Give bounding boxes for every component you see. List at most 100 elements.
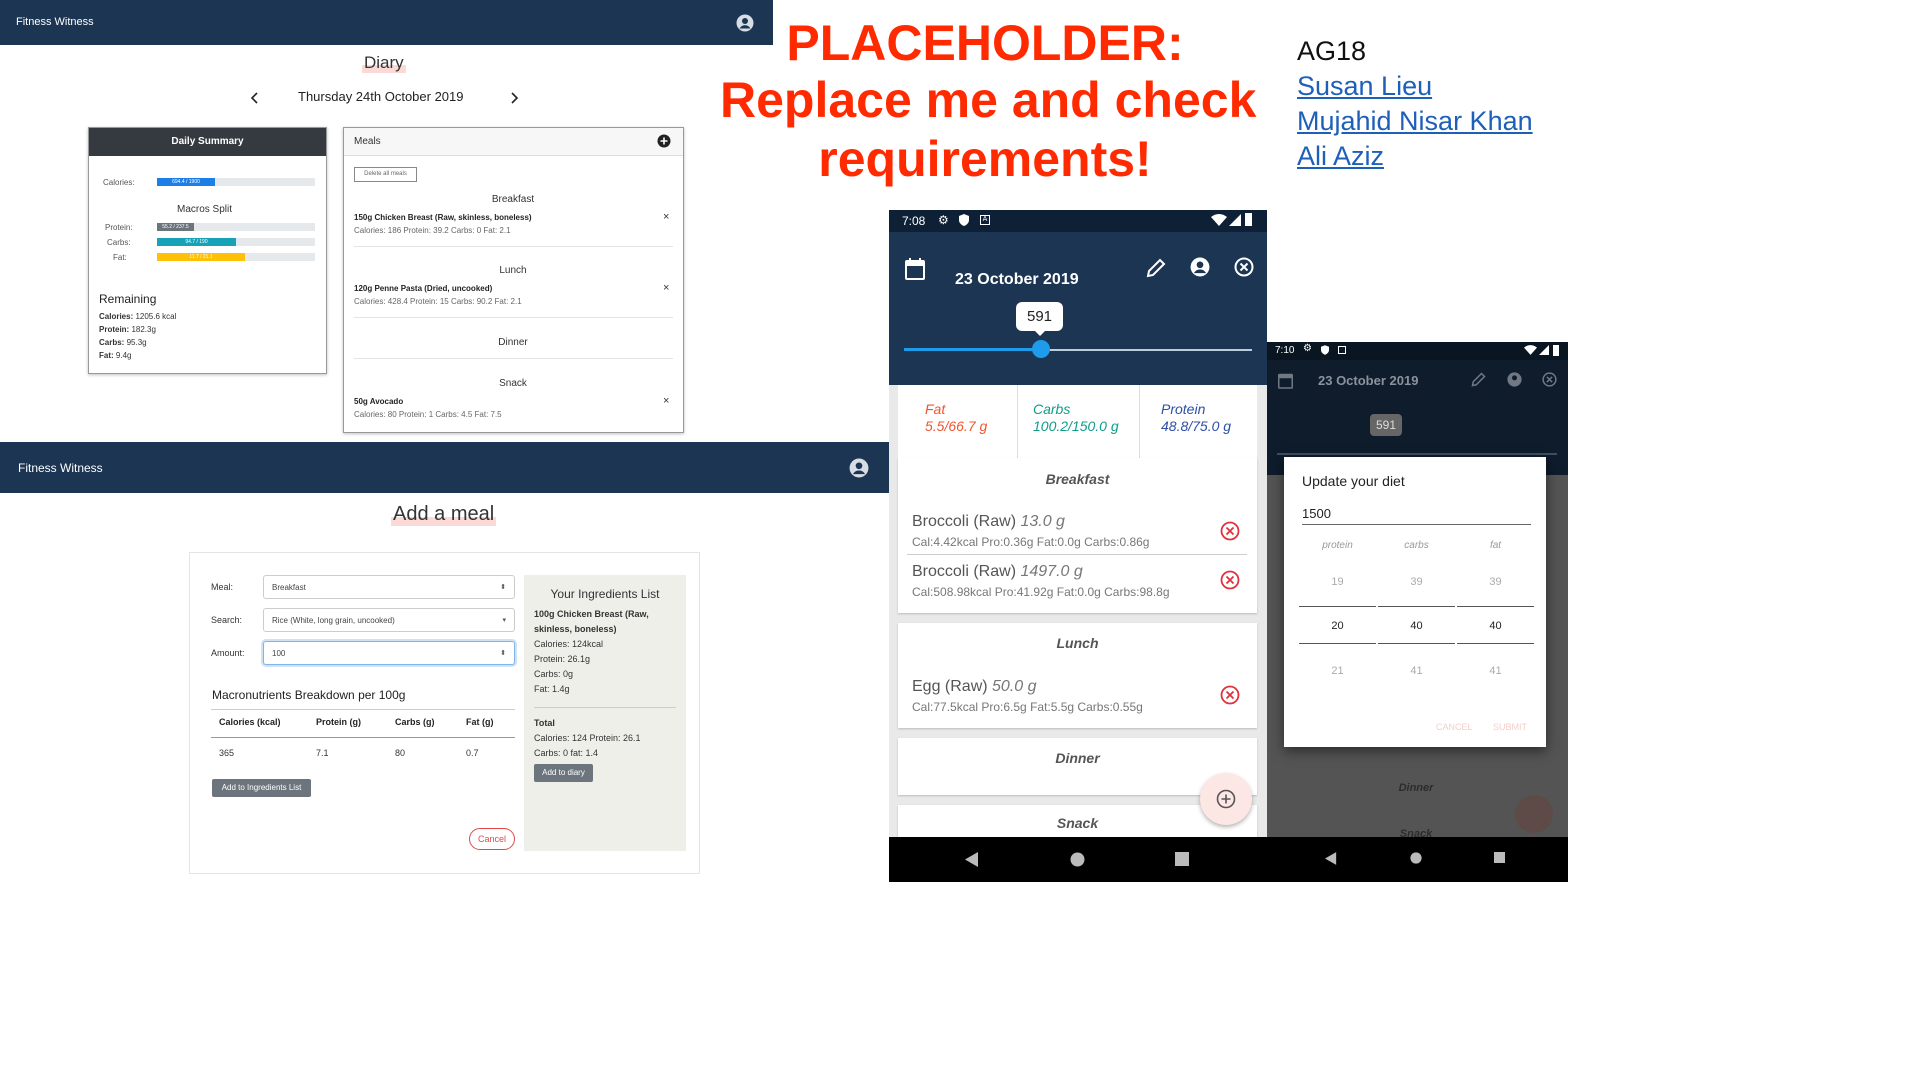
chevron-right-icon[interactable]	[508, 91, 520, 105]
submit-button[interactable]: SUBMIT	[1493, 722, 1527, 732]
member-link[interactable]: Ali Aziz	[1297, 141, 1384, 172]
picker-divider	[1299, 643, 1376, 644]
android-diary-screen: 7:08 ⚙ A 23 October 2019 591 Fat 5.5/66.…	[889, 210, 1267, 882]
account-icon[interactable]	[1190, 257, 1210, 277]
ingredient-fat: Fat: 1.4g	[534, 684, 570, 694]
edit-icon[interactable]	[1471, 372, 1486, 387]
divider	[354, 317, 673, 318]
remove-item-icon[interactable]: ×	[663, 211, 669, 223]
protein-option[interactable]: 21	[1298, 665, 1377, 677]
divider	[1017, 385, 1018, 458]
remove-item-icon[interactable]: ×	[663, 395, 669, 407]
fat-option[interactable]: 41	[1456, 665, 1535, 677]
fat-summary: Fat 5.5/66.7 g	[925, 401, 988, 434]
delete-item-icon[interactable]	[1220, 521, 1240, 541]
home-icon[interactable]	[1410, 852, 1422, 864]
calories-label: Calories:	[103, 178, 135, 187]
android-nav-bar	[889, 837, 1267, 882]
protein-option[interactable]: 19	[1298, 576, 1377, 588]
add-to-diary-button[interactable]: Add to diary	[534, 764, 593, 782]
placeholder-line-3: requirements!	[818, 131, 1152, 187]
calorie-slider-track[interactable]	[1277, 453, 1557, 455]
placeholder-line-1: PLACEHOLDER:	[786, 15, 1184, 71]
calorie-goal-input[interactable]: 1500	[1302, 506, 1531, 525]
carbs-progress: 94.7 / 190	[157, 238, 315, 246]
app-header: 23 October 2019	[889, 232, 1267, 385]
ingredient-name: 100g Chicken Breast (Raw,	[534, 609, 649, 619]
meal-item-name: 50g Avocado	[354, 397, 404, 406]
carbs-option[interactable]: 39	[1377, 576, 1456, 588]
account-icon[interactable]	[1507, 372, 1522, 387]
add-food-fab[interactable]	[1515, 795, 1553, 833]
remove-item-icon[interactable]: ×	[663, 282, 669, 294]
calendar-icon[interactable]	[905, 258, 925, 280]
table-header: Fat (g)	[466, 717, 494, 727]
status-time: 7:10	[1275, 345, 1295, 356]
meal-select[interactable]: Breakfast ⬍	[263, 575, 515, 599]
carbs-label: Carbs:	[107, 238, 131, 247]
home-icon[interactable]	[1070, 852, 1085, 867]
table-header: Calories (kcal)	[219, 717, 281, 727]
daily-summary-header: Daily Summary	[89, 128, 326, 156]
meals-title: Meals	[354, 136, 381, 147]
close-icon[interactable]	[1542, 372, 1557, 387]
add-to-ingredients-button[interactable]: Add to Ingredients List	[212, 779, 311, 797]
calorie-slider-thumb[interactable]	[1032, 340, 1050, 358]
meal-item-name: 150g Chicken Breast (Raw, skinless, bone…	[354, 213, 532, 222]
close-icon[interactable]	[1234, 257, 1254, 277]
breakfast-card: Breakfast Broccoli (Raw) 13.0 g Cal:4.42…	[898, 458, 1257, 613]
recents-icon[interactable]	[1494, 852, 1505, 863]
amount-input[interactable]: 100 ⬍	[263, 641, 515, 665]
cancel-button[interactable]: Cancel	[469, 828, 515, 850]
food-item-detail: Cal:4.42kcal Pro:0.36g Fat:0.0g Carbs:0.…	[912, 535, 1150, 549]
meal-item-detail: Calories: 186 Protein: 39.2 Carbs: 0 Fat…	[354, 226, 511, 235]
add-food-fab[interactable]	[1200, 773, 1252, 825]
delete-item-icon[interactable]	[1220, 685, 1240, 705]
search-select[interactable]: Rice (White, long grain, uncooked) ▾	[263, 608, 515, 632]
divider	[354, 246, 673, 247]
protein-column-label: protein	[1322, 540, 1353, 551]
signal-icon	[1539, 345, 1549, 355]
calendar-icon[interactable]	[1278, 372, 1293, 389]
edit-icon[interactable]	[1146, 258, 1166, 278]
recents-icon[interactable]	[1175, 852, 1189, 866]
daily-summary-card: Daily Summary	[88, 127, 327, 374]
carbs-option[interactable]: 41	[1377, 665, 1456, 677]
table-divider	[211, 737, 515, 738]
notification-icon: A	[980, 215, 990, 225]
delete-all-meals-button[interactable]: Delete all meals	[354, 167, 417, 182]
fat-selected[interactable]: 40	[1456, 620, 1535, 632]
cancel-button[interactable]: CANCEL	[1436, 722, 1473, 732]
fat-option[interactable]: 39	[1456, 576, 1535, 588]
lunch-card: Lunch Egg (Raw) 50.0 g Cal:77.5kcal Pro:…	[898, 623, 1257, 728]
add-meal-icon[interactable]	[657, 134, 671, 148]
meal-heading-snack: Snack	[1056, 815, 1099, 831]
diary-date: Thursday 24th October 2019	[298, 89, 464, 104]
delete-item-icon[interactable]	[1220, 570, 1240, 590]
brand-link[interactable]: Fitness Witness	[18, 461, 103, 475]
meal-heading-snack: Snack	[499, 378, 527, 389]
protein-selected[interactable]: 20	[1298, 620, 1377, 632]
table-header: Carbs (g)	[395, 717, 435, 727]
divider	[534, 707, 676, 708]
back-icon[interactable]	[965, 852, 979, 867]
meal-heading-breakfast: Breakfast	[491, 194, 535, 205]
divider	[354, 358, 673, 359]
page-title: Diary	[362, 53, 406, 73]
back-icon[interactable]	[1325, 852, 1337, 865]
macros-summary: Fat 5.5/66.7 g Carbs 100.2/150.0 g Protein…	[898, 385, 1257, 458]
brand-link[interactable]: Fitness Witness	[16, 16, 94, 28]
chevron-left-icon[interactable]	[249, 91, 261, 105]
settings-icon: ⚙	[1303, 343, 1312, 354]
protein-progress-fill: 55.2 / 237.5	[157, 223, 194, 231]
carbs-progress-fill: 94.7 / 190	[157, 238, 236, 246]
status-bar: 7:10 ⚙	[1267, 342, 1568, 360]
carbs-selected[interactable]: 40	[1377, 620, 1456, 632]
table-cell: 0.7	[466, 748, 479, 758]
battery-icon	[1553, 345, 1559, 356]
account-icon[interactable]	[849, 458, 869, 478]
status-bar: 7:08 ⚙ A	[889, 210, 1267, 232]
meal-heading-breakfast: Breakfast	[1045, 471, 1110, 487]
member-link[interactable]: Susan Lieu	[1297, 71, 1432, 102]
member-link[interactable]: Mujahid Nisar Khan	[1297, 106, 1533, 137]
